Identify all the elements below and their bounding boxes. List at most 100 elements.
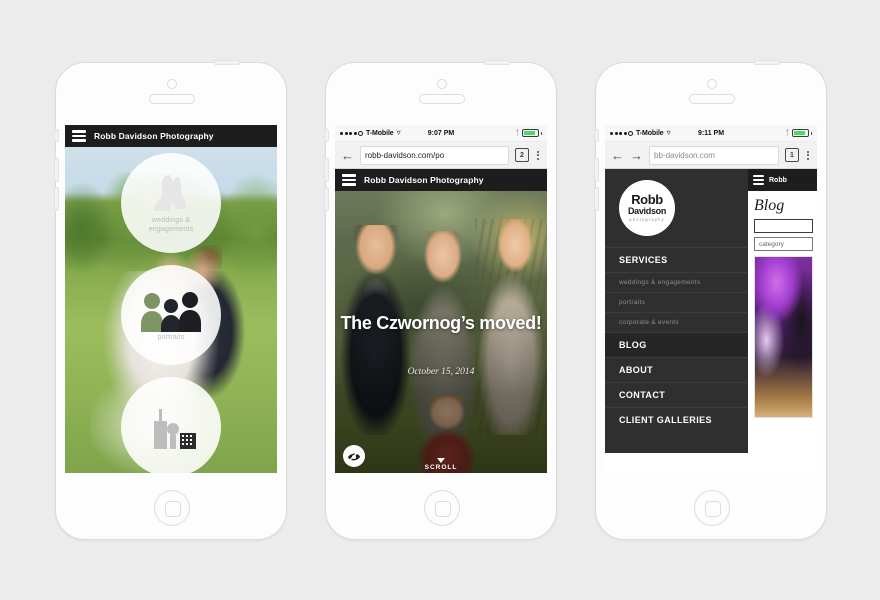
logo-line-2: Davidson (627, 206, 667, 217)
power-button[interactable] (214, 60, 240, 65)
phone3-screen: T-Mobile ▿ 9:11 PM ᛏ ← → bb-davidson.com… (605, 125, 817, 473)
power-button[interactable] (754, 60, 780, 65)
search-input[interactable] (754, 219, 813, 233)
volume-down-button[interactable] (594, 187, 599, 211)
wifi-icon: ▿ (396, 128, 401, 137)
phone-mockup-3: T-Mobile ▿ 9:11 PM ᛏ ← → bb-davidson.com… (594, 60, 827, 540)
front-camera-icon (707, 79, 717, 89)
menu-logo[interactable]: Robb Davidson photography (605, 169, 748, 247)
category-circle-weddings[interactable]: weddings & engagements (121, 153, 221, 253)
back-arrow-icon[interactable]: ← (611, 149, 624, 162)
status-right-group: ᛏ (785, 129, 812, 137)
menu-item-weddings[interactable]: weddings & engagements (605, 272, 748, 292)
battery-icon (791, 129, 809, 137)
power-button[interactable] (484, 60, 510, 65)
scroll-label: SCROLL (424, 464, 458, 471)
kebab-menu-icon[interactable] (805, 150, 811, 160)
post-title: The Czwornog’s moved! (340, 313, 542, 333)
browser-url-bar: ← → bb-davidson.com 1 (605, 142, 817, 169)
mute-switch[interactable] (324, 129, 329, 142)
phone1-screen: Robb Davidson Photography weddings & enga… (65, 125, 277, 473)
status-time: 9:11 PM (697, 129, 725, 137)
status-time: 9:07 PM (427, 129, 455, 137)
carrier-label: T-Mobile (366, 129, 394, 137)
site-header: Robb (748, 169, 817, 191)
scroll-indicator[interactable]: SCROLL (335, 458, 547, 471)
browser-url-bar: ← robb-davidson.com/po 2 (335, 142, 547, 169)
category-circle-corporate[interactable] (121, 377, 221, 473)
home-button[interactable] (424, 490, 460, 526)
blog-post-thumbnail[interactable] (754, 256, 813, 418)
url-input[interactable]: bb-davidson.com (649, 145, 779, 165)
city-skyline-icon (143, 405, 199, 449)
portrait-silhouette-icon (141, 288, 201, 332)
site-header: Robb Davidson Photography (335, 169, 547, 191)
site-title: Robb (769, 176, 787, 184)
forward-arrow-icon[interactable]: → (630, 149, 643, 162)
circle-label: weddings & engagements (148, 217, 194, 233)
menu-item-blog[interactable]: BLOG (605, 332, 748, 357)
ios-status-bar: T-Mobile ▿ 9:11 PM ᛏ (605, 125, 817, 142)
logo-line-3: photography (629, 217, 665, 223)
menu-item-services[interactable]: SERVICES (605, 247, 748, 272)
url-text: robb-davidson.com/po (365, 150, 445, 160)
category-circle-portraits[interactable]: portraits (121, 265, 221, 365)
battery-icon (521, 129, 539, 137)
site-header: Robb Davidson Photography (65, 125, 277, 147)
site-title: Robb Davidson Photography (94, 131, 214, 141)
carrier-label: T-Mobile (636, 129, 664, 137)
front-camera-icon (437, 79, 447, 89)
circle-label: portraits (157, 333, 185, 341)
blog-page-preview: Robb Blog category (748, 169, 817, 453)
tab-count-button[interactable]: 2 (515, 148, 529, 162)
menu-item-client-galleries[interactable]: CLIENT GALLERIES (605, 407, 748, 432)
front-camera-icon (167, 79, 177, 89)
signal-strength-icon (340, 130, 363, 136)
url-text: bb-davidson.com (654, 150, 715, 160)
hamburger-icon[interactable] (342, 174, 356, 186)
wifi-icon: ▿ (666, 128, 671, 137)
phone2-screen: T-Mobile ▿ 9:07 PM ᛏ ← robb-davidson.com… (335, 125, 547, 473)
ios-status-bar: T-Mobile ▿ 9:07 PM ᛏ (335, 125, 547, 142)
mute-switch[interactable] (594, 129, 599, 142)
battery-cap (540, 131, 542, 135)
couple-silhouette-icon (148, 171, 194, 215)
slide-out-menu-view: Robb Davidson photography SERVICES weddi… (605, 169, 817, 453)
back-arrow-icon[interactable]: ← (341, 149, 354, 162)
hero-photo-wedding: weddings & engagements portraits (65, 147, 277, 473)
site-title: Robb Davidson Photography (364, 175, 484, 185)
volume-down-button[interactable] (54, 187, 59, 211)
mute-switch[interactable] (54, 129, 59, 142)
volume-up-button[interactable] (324, 158, 329, 182)
category-select-label: category (759, 240, 784, 248)
url-input[interactable]: robb-davidson.com/po (360, 145, 509, 165)
earpiece-speaker (689, 94, 735, 104)
home-button[interactable] (154, 490, 190, 526)
mockup-stage: Robb Davidson Photography weddings & enga… (0, 0, 880, 600)
phone-mockup-1: Robb Davidson Photography weddings & enga… (54, 60, 287, 540)
volume-down-button[interactable] (324, 187, 329, 211)
bluetooth-icon: ᛏ (515, 129, 520, 137)
page-title: Blog (754, 197, 785, 214)
volume-up-button[interactable] (594, 158, 599, 182)
volume-up-button[interactable] (54, 158, 59, 182)
navigation-menu: Robb Davidson photography SERVICES weddi… (605, 169, 748, 453)
category-select[interactable]: category (754, 237, 813, 251)
menu-item-portraits[interactable]: portraits (605, 292, 748, 312)
home-button[interactable] (694, 490, 730, 526)
phone-mockup-2: T-Mobile ▿ 9:07 PM ᛏ ← robb-davidson.com… (324, 60, 557, 540)
bluetooth-icon: ᛏ (785, 129, 790, 137)
menu-item-corporate[interactable]: corporate & events (605, 312, 748, 332)
menu-item-about[interactable]: ABOUT (605, 357, 748, 382)
earpiece-speaker (149, 94, 195, 104)
kebab-menu-icon[interactable] (535, 150, 541, 160)
hamburger-icon[interactable] (72, 130, 86, 142)
rd-logo-icon: Robb Davidson photography (619, 180, 675, 236)
earpiece-speaker (419, 94, 465, 104)
status-right-group: ᛏ (515, 129, 542, 137)
hamburger-icon[interactable] (753, 174, 764, 186)
menu-item-contact[interactable]: CONTACT (605, 382, 748, 407)
chevron-down-icon (437, 458, 445, 463)
post-date: October 15, 2014 (407, 367, 475, 377)
tab-count-button[interactable]: 1 (785, 148, 799, 162)
